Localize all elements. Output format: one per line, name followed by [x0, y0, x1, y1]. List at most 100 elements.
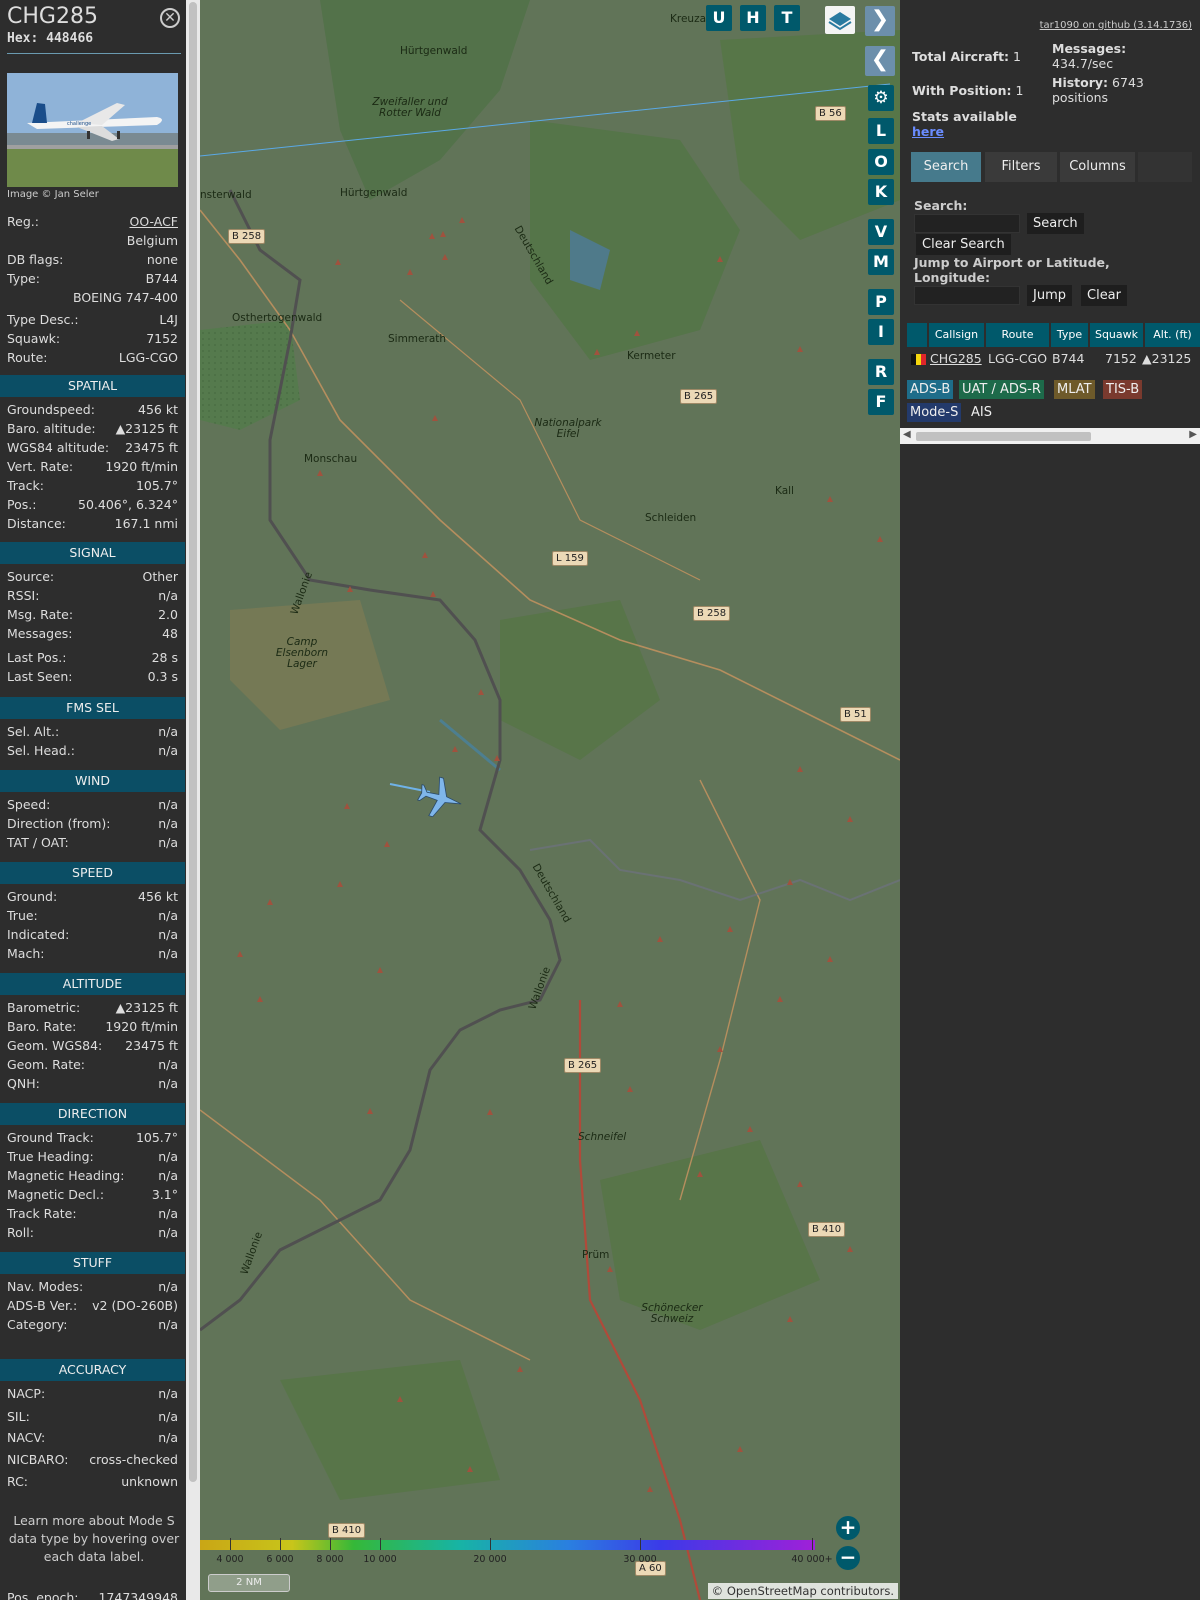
field-label[interactable]: Category: [7, 1317, 67, 1332]
map-view[interactable]: Kreuzau Hürtgenwald Zweifaller und Rotter … [200, 0, 900, 1600]
table-header-callsign[interactable]: Callsign [929, 323, 984, 347]
field-label[interactable]: Track Rate: [7, 1206, 77, 1221]
field-label[interactable]: Speed: [7, 797, 50, 812]
source-legend-mode-s[interactable]: Mode-S [907, 403, 962, 422]
scrollbar-thumb[interactable] [189, 2, 197, 1482]
table-header-route[interactable]: Route [986, 323, 1049, 347]
toolbar-button-l[interactable]: L [868, 118, 894, 144]
field-label[interactable]: NICBARO: [7, 1452, 68, 1467]
field-label[interactable]: Messages: [7, 626, 73, 641]
scroll-left-icon[interactable]: ◀ [903, 429, 911, 440]
here-link[interactable]: here [912, 124, 944, 139]
source-legend-tis-b[interactable]: TIS-B [1103, 380, 1143, 399]
clear-jump-button[interactable]: Clear [1081, 285, 1127, 306]
field-label[interactable]: Baro. Rate: [7, 1019, 76, 1034]
toolbar-button-f[interactable]: F [868, 389, 894, 415]
github-link[interactable]: tar1090 on github (3.14.1736) [1040, 13, 1192, 32]
field-label[interactable]: True Heading: [7, 1149, 94, 1164]
field-label[interactable]: SIL: [7, 1409, 30, 1424]
map-attribution[interactable]: © OpenStreetMap contributors. [707, 1583, 898, 1599]
toolbar-button-r[interactable]: R [868, 359, 894, 385]
field-label[interactable]: Vert. Rate: [7, 459, 73, 474]
field-label[interactable]: Nav. Modes: [7, 1279, 83, 1294]
flag-icon [911, 350, 927, 368]
jump-input[interactable] [914, 286, 1020, 305]
field-label[interactable]: Ground Track: [7, 1130, 94, 1145]
field-label[interactable]: Roll: [7, 1225, 34, 1240]
toolbar-button-u[interactable]: U [706, 5, 732, 31]
search-button[interactable]: Search [1027, 213, 1084, 234]
source-legend-mlat[interactable]: MLAT [1054, 380, 1095, 399]
row-callsign[interactable]: CHG285 [930, 350, 982, 368]
field-label[interactable]: Last Seen: [7, 669, 72, 684]
field-label[interactable]: RC: [7, 1474, 28, 1489]
field-label[interactable]: Geom. WGS84: [7, 1038, 102, 1053]
tab-search[interactable]: Search [911, 152, 981, 182]
field-label[interactable]: True: [7, 908, 38, 923]
field-label[interactable]: Sel. Alt.: [7, 724, 59, 739]
field-label[interactable]: Indicated: [7, 927, 69, 942]
source-legend-uat-ads-r[interactable]: UAT / ADS-R [959, 380, 1044, 399]
field-label[interactable]: Geom. Rate: [7, 1057, 85, 1072]
field-label[interactable]: Mach: [7, 946, 44, 961]
layers-button[interactable] [825, 6, 855, 34]
field-label[interactable]: Distance: [7, 516, 66, 531]
field-label[interactable]: Last Pos.: [7, 650, 66, 665]
field-label[interactable]: Pos.: [7, 497, 36, 512]
field-label[interactable]: NACV: [7, 1430, 45, 1445]
field-label[interactable]: RSSI: [7, 588, 39, 603]
field-value: ▲23125 ft [115, 1000, 178, 1015]
toolbar-button-i[interactable]: I [868, 319, 894, 345]
road-label: B 265 [680, 389, 718, 404]
toolbar-button-p[interactable]: P [868, 289, 894, 315]
field-value: 23475 ft [125, 440, 178, 455]
toolbar-button-t[interactable]: T [774, 5, 800, 31]
github-link-text[interactable]: tar1090 on github (3.14.1736) [1040, 20, 1192, 31]
table-header-altitude[interactable]: Alt. (ft) [1145, 323, 1200, 347]
field-label[interactable]: Groundspeed: [7, 402, 95, 417]
table-header-squawk[interactable]: Squawk [1090, 323, 1143, 347]
altitude-row: Geom. WGS84: 23475 ft [7, 1038, 178, 1057]
aircraft-photo[interactable]: challenge [7, 73, 178, 187]
settings-button[interactable]: ⚙ [868, 85, 894, 111]
tab-columns[interactable]: Columns [1060, 152, 1135, 182]
field-label[interactable]: Track: [7, 478, 44, 493]
field-label[interactable]: Magnetic Heading: [7, 1168, 124, 1183]
field-label[interactable]: Baro. altitude: [7, 421, 96, 436]
field-label[interactable]: TAT / OAT: [7, 835, 69, 850]
toolbar-button-h[interactable]: H [740, 5, 766, 31]
table-horizontal-scrollbar[interactable]: ◀ ▶ [900, 428, 1200, 444]
field-label[interactable]: WGS84 altitude: [7, 440, 109, 455]
field-label[interactable]: Sel. Head.: [7, 743, 75, 758]
field-label[interactable]: QNH: [7, 1076, 40, 1091]
jump-button[interactable]: Jump [1027, 285, 1072, 306]
source-legend-ais[interactable]: AIS [968, 403, 995, 422]
field-label[interactable]: Ground: [7, 889, 57, 904]
stats-here-link[interactable]: here [912, 124, 944, 139]
toolbar-button-m[interactable]: M [868, 249, 894, 275]
field-label[interactable]: ADS-B Ver.: [7, 1298, 77, 1313]
toolbar-button-k[interactable]: K [868, 179, 894, 205]
toolbar-button-o[interactable]: O [868, 149, 894, 175]
field-label[interactable]: Barometric: [7, 1000, 80, 1015]
collapse-left-button[interactable]: ❮ [865, 46, 895, 76]
field-label[interactable]: Source: [7, 569, 54, 584]
zoom-in-button[interactable]: + [836, 1516, 860, 1540]
clear-search-button[interactable]: Clear Search [916, 234, 1011, 255]
field-label[interactable]: Magnetic Decl.: [7, 1187, 104, 1202]
expand-right-button[interactable]: ❯ [865, 6, 895, 36]
source-legend-ads-b[interactable]: ADS-B [907, 380, 954, 399]
scroll-right-icon[interactable]: ▶ [1189, 429, 1197, 440]
close-icon[interactable]: ✕ [160, 8, 180, 28]
scrollbar-thumb[interactable] [916, 432, 1091, 441]
tab-filters[interactable]: Filters [985, 152, 1057, 182]
field-label[interactable]: NACP: [7, 1386, 45, 1401]
sidebar-scrollbar[interactable] [186, 0, 200, 1600]
zoom-out-button[interactable]: − [836, 1546, 860, 1570]
registration-link[interactable]: OO-ACF [129, 214, 178, 229]
table-header-type[interactable]: Type [1051, 323, 1088, 347]
field-label[interactable]: Direction (from): [7, 816, 111, 831]
field-label[interactable]: Msg. Rate: [7, 607, 73, 622]
search-input[interactable] [914, 214, 1020, 233]
toolbar-button-v[interactable]: V [868, 219, 894, 245]
